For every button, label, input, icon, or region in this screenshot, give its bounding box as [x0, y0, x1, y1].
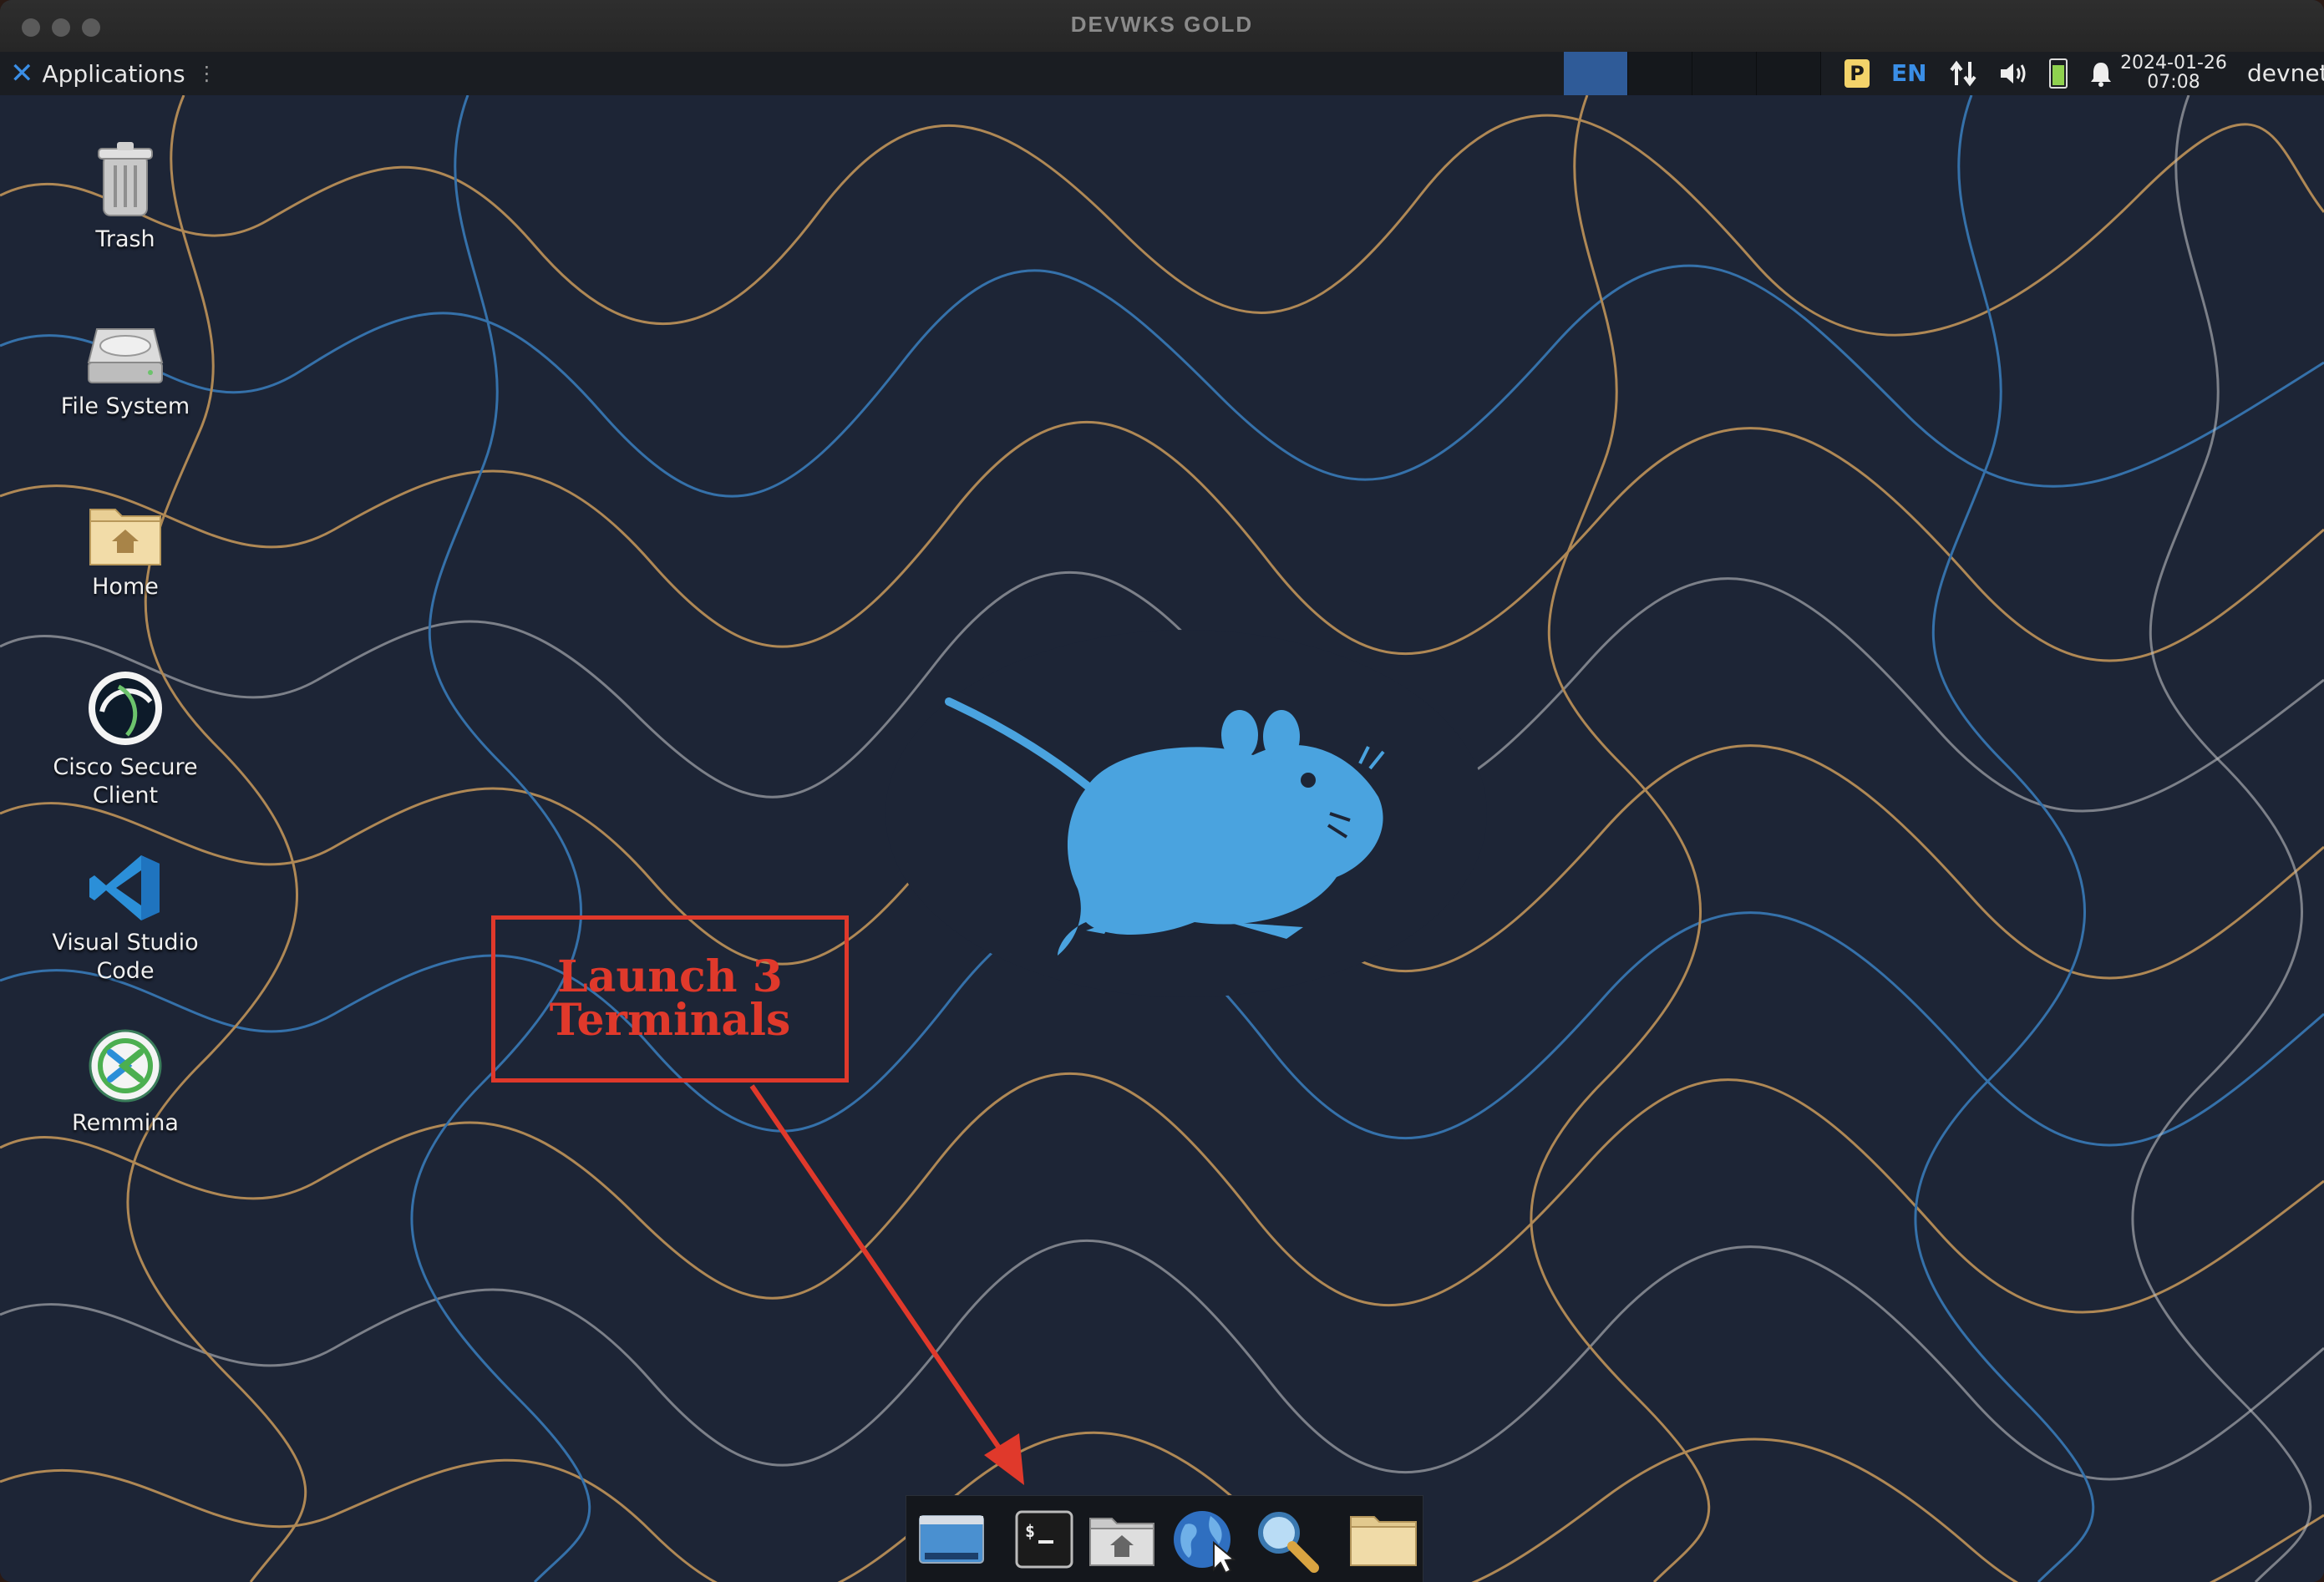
app-finder-icon [1258, 1511, 1319, 1573]
xfce-logo-icon: ✕ [10, 57, 34, 90]
desktop[interactable]: Trash File System Home Cisco Secure Clie… [0, 95, 2324, 1582]
desktop-icon-label: File System [60, 393, 190, 419]
bottom-dock: $ [906, 1495, 1423, 1582]
wallpaper [0, 95, 2324, 1582]
mac-titlebar: DEVWKS GOLD [0, 0, 2324, 53]
dock-app-finder[interactable] [1252, 1505, 1319, 1574]
mac-window: DEVWKS GOLD ✕ Applications ⋮ P EN 2024-0… [0, 0, 2324, 1582]
desktop-icon-label-line1: Visual Studio [52, 930, 199, 956]
workspace-2[interactable] [1628, 52, 1692, 95]
clipboard-manager-icon[interactable]: P [1844, 59, 1870, 88]
dock-show-desktop[interactable] [918, 1505, 985, 1574]
notification-bell-icon[interactable] [2089, 60, 2113, 87]
vscode-icon [89, 855, 160, 920]
home-files-icon [1089, 1517, 1154, 1566]
applications-menu-button[interactable]: ✕ Applications ⋮ [10, 57, 217, 90]
panel-handle-icon[interactable]: ⋮ [197, 62, 217, 85]
desktop-icon-home[interactable]: Home [33, 501, 217, 601]
annotation-line-1: Launch 3 [557, 951, 783, 1002]
desktop-icon-cisco-secure-client[interactable]: Cisco Secure Client [33, 668, 217, 810]
dock-web-browser[interactable] [1170, 1505, 1237, 1574]
panel-clock[interactable]: 2024-01-26 07:08 [2115, 53, 2232, 92]
keyboard-layout-indicator[interactable]: EN [1891, 62, 1927, 85]
dock-home-files[interactable] [1088, 1505, 1155, 1574]
desktop-icon-trash[interactable]: Trash [33, 140, 217, 254]
show-desktop-icon [919, 1514, 984, 1564]
trash-icon [98, 142, 153, 216]
workspace-4[interactable] [1757, 52, 1821, 95]
top-panel: ✕ Applications ⋮ P EN 2024-01-26 07:08 d… [0, 52, 2324, 95]
battery-icon[interactable] [2048, 58, 2068, 89]
desktop-icon-file-system[interactable]: File System [33, 324, 217, 421]
remmina-icon [89, 1029, 162, 1103]
system-tray: P EN [1844, 52, 2113, 95]
cisco-secure-client-icon [89, 672, 162, 745]
desktop-icon-label: Trash [95, 226, 155, 252]
window-title: DEVWKS GOLD [1070, 12, 1254, 37]
volume-icon[interactable] [1999, 61, 2027, 86]
desktop-icon-label-line2: Code [96, 958, 155, 984]
web-browser-icon [1174, 1510, 1236, 1573]
desktop-icon-label: Home [92, 574, 159, 600]
clock-date: 2024-01-26 [2120, 53, 2227, 74]
workspace-3[interactable] [1692, 52, 1757, 95]
annotation-callout: Launch 3 Terminals [491, 915, 849, 1083]
clock-time: 07:08 [2147, 72, 2200, 93]
user-menu[interactable]: devnet [2247, 59, 2324, 87]
dock-terminal[interactable]: $ [1015, 1505, 1073, 1574]
workspace-1[interactable] [1564, 52, 1628, 95]
svg-text:$: $ [1025, 1521, 1035, 1541]
folder-icon [1350, 1515, 1417, 1566]
desktop-icon-remmina[interactable]: Remmina [33, 1027, 217, 1138]
applications-label: Applications [42, 59, 185, 88]
annotation-line-2: Terminals [549, 995, 791, 1046]
workspace-switcher [1564, 52, 1821, 95]
network-updown-icon[interactable] [1949, 58, 1977, 89]
terminal-icon: $ [1015, 1510, 1073, 1568]
desktop-icon-visual-studio-code[interactable]: Visual Studio Code [33, 852, 217, 986]
desktop-icon-label: Remmina [72, 1110, 179, 1136]
dock-folder[interactable] [1349, 1505, 1418, 1574]
drive-icon [87, 328, 164, 383]
desktop-icon-label-line1: Cisco Secure [53, 754, 198, 780]
desktop-icon-label-line2: Client [92, 783, 159, 809]
annotation-text: Launch 3 Terminals [550, 956, 791, 1042]
home-folder-icon [89, 509, 161, 565]
